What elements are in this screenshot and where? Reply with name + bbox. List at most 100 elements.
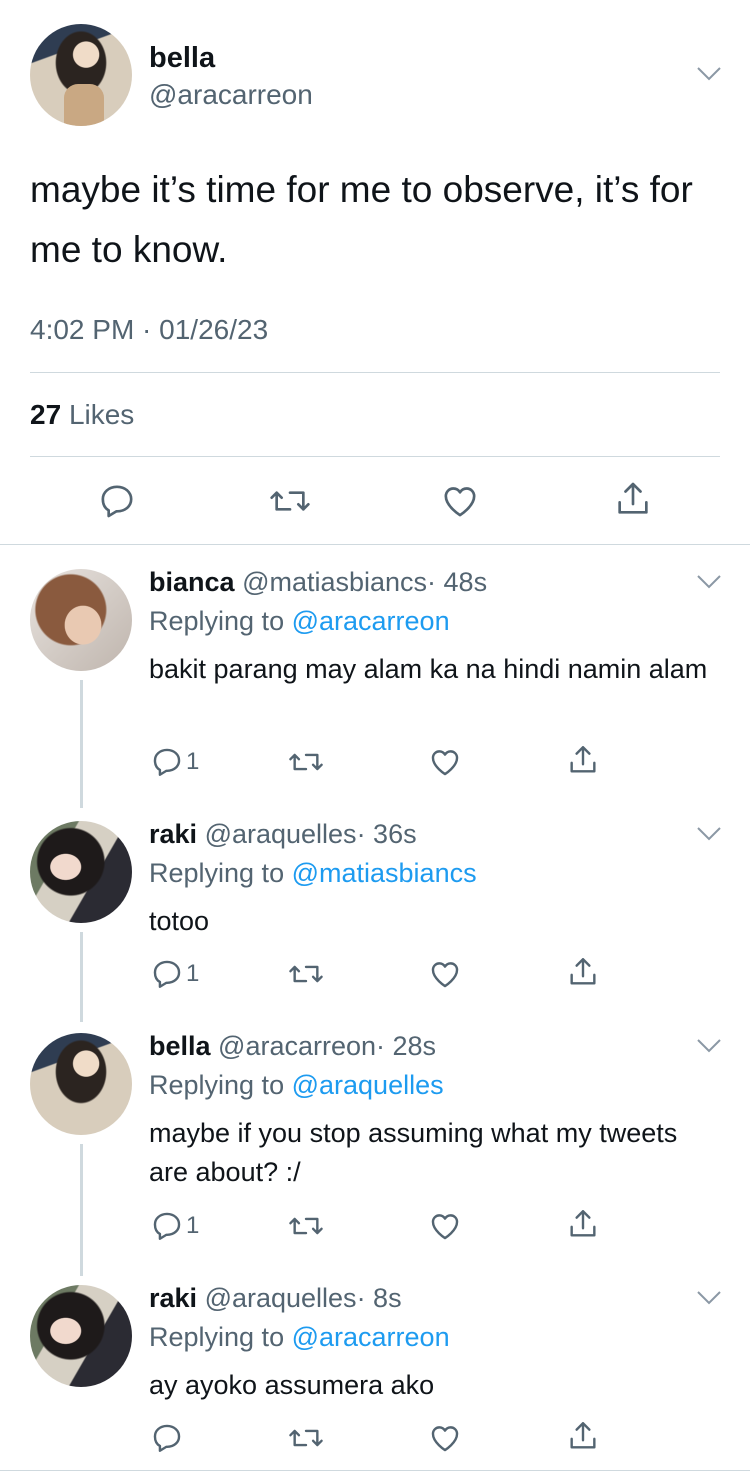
share-icon — [570, 1210, 596, 1237]
reply-header[interactable]: bianca @matiasbiancs· 48s — [149, 567, 487, 598]
divider — [0, 1470, 750, 1471]
divider — [30, 456, 720, 457]
reply-text: ay ayoko assumera ako — [149, 1370, 435, 1400]
share-icon — [570, 958, 596, 985]
replying-label: Replying to — [149, 858, 285, 888]
tweet-text: maybe it’s time for me to observe, it’s … — [30, 169, 693, 270]
chevron-down-icon[interactable] — [696, 1290, 722, 1306]
like-button[interactable] — [428, 1421, 462, 1455]
thread-connector — [80, 1144, 83, 1276]
retweet-icon — [289, 753, 323, 771]
author-handle: @aracarreon — [218, 1031, 377, 1061]
reply-button[interactable] — [97, 481, 137, 521]
chevron-down-icon[interactable] — [696, 826, 722, 842]
like-button[interactable] — [428, 745, 462, 779]
avatar[interactable] — [30, 1285, 132, 1387]
like-icon — [444, 487, 476, 517]
reply-time: · 48s — [427, 567, 488, 597]
reply-text: bakit parang may alam ka na hindi namin … — [149, 654, 708, 684]
replying-to: Replying to @matiasbiancs — [149, 858, 477, 889]
author-handle: @matiasbiancs — [242, 567, 428, 597]
reply-icon — [153, 748, 181, 776]
reply-button[interactable]: 1 — [150, 957, 199, 991]
avatar[interactable] — [30, 821, 132, 923]
likes-label: Likes — [68, 399, 135, 430]
reply-time: · 8s — [356, 1283, 402, 1313]
like-button[interactable] — [440, 481, 480, 521]
reply-text: maybe if you stop assuming what my tweet… — [149, 1118, 678, 1187]
reply-button[interactable]: 1 — [150, 1209, 199, 1243]
divider — [0, 544, 750, 545]
mention-link[interactable]: @matiasbiancs — [292, 858, 477, 888]
retweet-button[interactable] — [287, 1421, 325, 1455]
like-button[interactable] — [428, 1209, 462, 1243]
author-name: bella — [149, 1031, 211, 1061]
reply-button[interactable] — [150, 1421, 186, 1455]
mention-link[interactable]: @araquelles — [292, 1070, 444, 1100]
thread-connector — [80, 680, 83, 808]
share-icon — [570, 746, 596, 773]
share-button[interactable] — [566, 1419, 600, 1453]
avatar[interactable] — [30, 1033, 132, 1135]
reply-header[interactable]: raki @araquelles· 8s — [149, 1283, 402, 1314]
retweet-button[interactable] — [268, 481, 312, 521]
author-name: raki — [149, 1283, 198, 1313]
share-icon — [618, 482, 648, 514]
likes-count[interactable]: 27 Likes — [30, 399, 134, 431]
chevron-down-icon[interactable] — [696, 66, 722, 82]
retweet-icon — [289, 1429, 323, 1447]
like-button[interactable] — [428, 957, 462, 991]
chevron-down-icon[interactable] — [696, 574, 722, 590]
retweet-button[interactable] — [287, 1209, 325, 1243]
share-button[interactable] — [566, 1207, 600, 1241]
avatar[interactable] — [30, 24, 132, 126]
share-button[interactable] — [566, 743, 600, 777]
reply-time: · 28s — [376, 1031, 437, 1061]
like-icon — [431, 962, 459, 988]
reply-count: 1 — [186, 1212, 200, 1239]
author-name: bianca — [149, 567, 235, 597]
tweet-timestamp[interactable]: 4:02 PM · 01/26/23 — [30, 314, 268, 346]
replying-label: Replying to — [149, 1070, 285, 1100]
divider — [30, 372, 720, 373]
retweet-icon — [270, 491, 310, 511]
reply-count: 1 — [186, 960, 200, 987]
thread-connector — [80, 932, 83, 1022]
reply-header[interactable]: bella @aracarreon· 28s — [149, 1031, 436, 1062]
avatar[interactable] — [30, 569, 132, 671]
reply-icon — [153, 1212, 181, 1240]
retweet-icon — [289, 965, 323, 983]
replying-to: Replying to @aracarreon — [149, 606, 450, 637]
reply-time: · 36s — [356, 819, 417, 849]
reply-header[interactable]: raki @araquelles· 36s — [149, 819, 417, 850]
reply-icon — [101, 485, 133, 518]
replying-to: Replying to @aracarreon — [149, 1322, 450, 1353]
retweet-icon — [289, 1217, 323, 1235]
author-handle: @araquelles — [204, 1283, 357, 1313]
likes-number: 27 — [30, 399, 62, 430]
reply-text: totoo — [149, 906, 210, 936]
like-icon — [431, 750, 459, 776]
replying-label: Replying to — [149, 606, 285, 636]
replying-label: Replying to — [149, 1322, 285, 1352]
replying-to: Replying to @araquelles — [149, 1070, 444, 1101]
share-button[interactable] — [566, 955, 600, 989]
like-icon — [431, 1426, 459, 1452]
author-name: raki — [149, 819, 198, 849]
share-icon — [570, 1422, 596, 1449]
reply-button[interactable]: 1 — [150, 745, 199, 779]
reply-icon — [153, 1424, 181, 1452]
reply-icon — [153, 960, 181, 988]
like-icon — [431, 1214, 459, 1240]
share-button[interactable] — [613, 479, 653, 519]
author-handle[interactable]: @aracarreon — [149, 79, 313, 111]
author-name[interactable]: bella — [149, 42, 215, 75]
reply-count: 1 — [186, 748, 200, 775]
mention-link[interactable]: @aracarreon — [292, 606, 450, 636]
tweet-thread-page: bella @aracarreon maybe it’s time for me… — [0, 0, 750, 1473]
author-handle: @araquelles — [204, 819, 357, 849]
retweet-button[interactable] — [287, 957, 325, 991]
chevron-down-icon[interactable] — [696, 1038, 722, 1054]
mention-link[interactable]: @aracarreon — [292, 1322, 450, 1352]
retweet-button[interactable] — [287, 745, 325, 779]
